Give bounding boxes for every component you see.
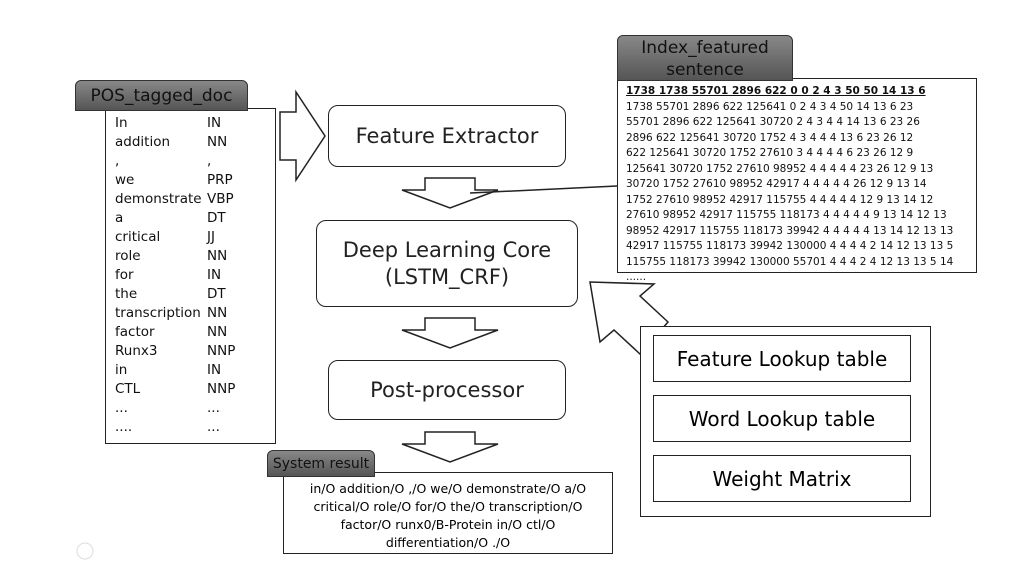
right-arrow	[279, 89, 326, 183]
pos-token: ...	[115, 400, 128, 416]
pos-tag: NN	[207, 248, 228, 264]
pos-tag: IN	[207, 362, 222, 378]
pos-tag: IN	[207, 115, 222, 131]
down-arrow	[401, 431, 499, 463]
pos-token: In	[115, 115, 128, 131]
pos-tag: NN	[207, 305, 228, 321]
pos-tagged-doc-box: In IN addition NN,, we PRP demonstrate VBP a DT cr…	[105, 108, 276, 444]
pos-token: ,	[115, 153, 120, 169]
pos-token: Runx3	[115, 343, 158, 359]
pos-token: critical	[115, 229, 161, 245]
feature-extractor-box: Feature Extractor	[328, 105, 566, 167]
pos-token: for	[115, 267, 134, 283]
core-title: Deep Learning Core	[342, 238, 552, 263]
pos-token: transcription	[115, 305, 201, 321]
pos-token: CTL	[115, 381, 141, 397]
diagram: In IN addition NN,, we PRP demonstrate VBP a DT cr…	[0, 0, 1023, 567]
feature-lookup-table: Feature Lookup table	[653, 335, 911, 382]
pos-tag: ...	[207, 419, 220, 435]
pos-token: role	[115, 248, 141, 264]
pos-tag: DT	[207, 210, 226, 226]
pos-tag: VBP	[207, 191, 234, 207]
pos-token: the	[115, 286, 138, 302]
index-header-line: 1738 1738 55701 2896 622 0 0 2 4 3 50 50…	[626, 85, 926, 97]
index-sentence-label: Index_featured sentence	[617, 35, 793, 81]
pos-tag: PRP	[207, 172, 233, 188]
pos-tag: NN	[207, 324, 228, 340]
index-line: 27610 98952 42917 115755 118173 4 4 4 4 …	[626, 209, 947, 221]
index-line: 30720 1752 27610 98952 42917 4 4 4 4 4 2…	[626, 178, 927, 190]
index-line: 98952 42917 115755 118173 39942 4 4 4 4 …	[626, 224, 954, 237]
pos-tag: ...	[207, 400, 220, 416]
index-line: 125641 30720 1752 27610 98952 4 4 4 4 4 …	[626, 162, 934, 175]
pos-token: ....	[115, 419, 133, 435]
pos-tagged-doc-label: POS_tagged_doc	[75, 80, 248, 111]
pos-token: demonstrate	[115, 191, 202, 207]
down-arrow	[401, 317, 499, 349]
pos-token: addition	[115, 134, 171, 150]
system-result-label: System result	[267, 450, 375, 477]
index-line: ......	[626, 271, 647, 283]
pos-tag: ,	[207, 153, 212, 169]
index-line: 115755 118173 39942 130000 55701 4 4 4 2…	[626, 255, 954, 268]
system-result-box: in/O addition/O ,/O we/O demonstrate/O a…	[283, 472, 613, 554]
index-line: 2896 622 125641 30720 1752 4 3 4 4 4 13 …	[626, 131, 914, 144]
pos-tag: NNP	[207, 381, 236, 397]
post-processor-box: Post-processor	[328, 360, 566, 420]
index-line: 1752 27610 98952 42917 115755 4 4 4 4 4 …	[626, 193, 934, 206]
index-line: 55701 2896 622 125641 30720 2 4 3 4 4 14…	[626, 116, 920, 128]
pos-tag: JJ	[207, 229, 215, 245]
index-sentence-text: 1738 1738 55701 2896 622 0 0 2 4 3 50 50…	[626, 84, 953, 286]
pos-tag: NN	[207, 134, 228, 150]
pos-token: in	[115, 362, 128, 378]
core-subtitle: (LSTM_CRF)	[384, 264, 510, 289]
pos-token: we	[115, 172, 135, 188]
pos-tag: NNP	[207, 343, 236, 359]
pos-token: a	[115, 210, 124, 226]
pos-tag: DT	[207, 286, 226, 302]
word-lookup-table: Word Lookup table	[653, 395, 911, 442]
index-line: 42917 115755 118173 39942 130000 4 4 4 4…	[626, 240, 954, 252]
deep-learning-core-box: Deep Learning Core (LSTM_CRF)	[316, 220, 578, 307]
watermark-icon	[76, 542, 94, 560]
weight-matrix: Weight Matrix	[653, 455, 911, 502]
pos-tag: IN	[207, 267, 222, 283]
pos-token: factor	[115, 324, 155, 340]
index-line: 1738 55701 2896 622 125641 0 2 4 3 4 50 …	[626, 100, 914, 113]
index-line: 622 125641 30720 1752 27610 3 4 4 4 4 6 …	[626, 147, 914, 159]
